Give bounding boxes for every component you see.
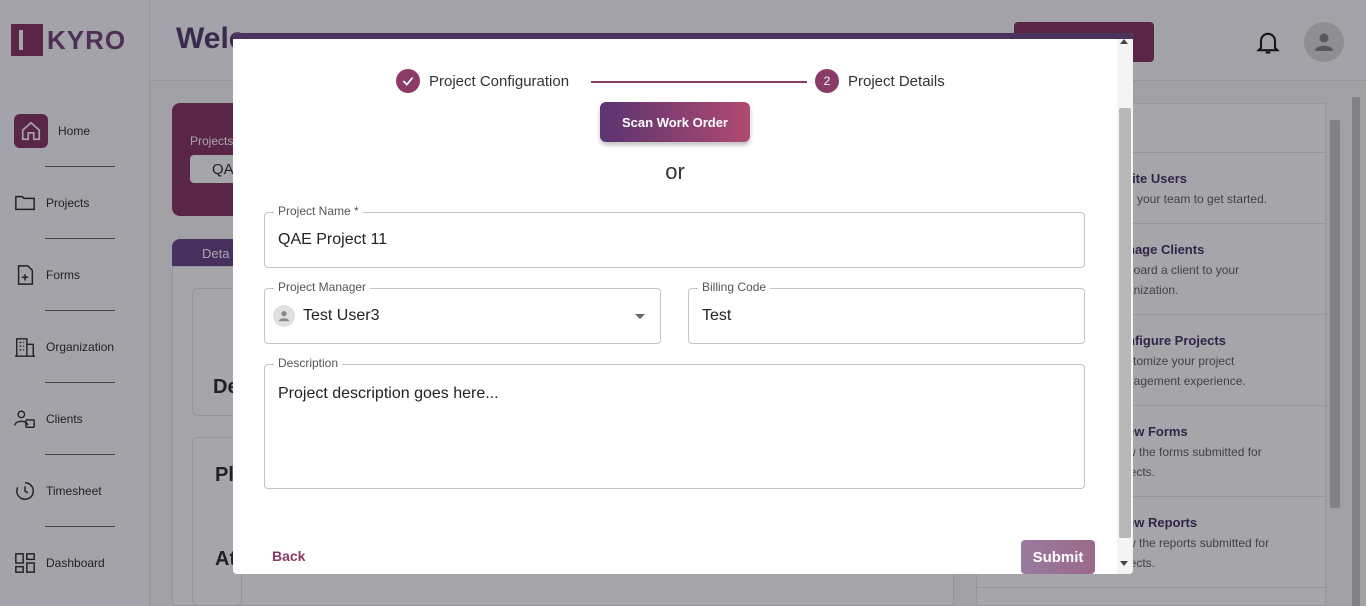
step-project-configuration[interactable]: Project Configuration [396, 69, 569, 93]
field-label: Project Manager [274, 280, 371, 294]
step-connector [591, 81, 807, 83]
check-icon [396, 69, 420, 93]
or-separator: or [665, 159, 685, 184]
step-number: 2 [815, 69, 839, 93]
billing-code-field[interactable]: Billing Code Test [688, 280, 1085, 344]
billing-code-value: Test [702, 307, 732, 324]
field-label: Billing Code [698, 280, 771, 294]
chevron-down-icon [635, 314, 645, 319]
field-label: Description [274, 356, 343, 370]
create-project-modal: Project Configuration 2 Project Details … [233, 33, 1133, 574]
project-name-field[interactable]: Project Name * QAE Project 11 [264, 204, 1085, 268]
person-icon [273, 305, 295, 327]
step-project-details[interactable]: 2 Project Details [815, 69, 945, 93]
project-name-value: QAE Project 11 [278, 231, 388, 248]
submit-button[interactable]: Submit [1021, 540, 1095, 574]
project-manager-value: Test User3 [303, 307, 380, 324]
field-label: Project Name * [274, 204, 363, 218]
scan-work-order-button[interactable]: Scan Work Order [600, 102, 750, 142]
scroll-up-icon[interactable] [1120, 39, 1128, 44]
stepper: Project Configuration 2 Project Details [233, 69, 1117, 95]
description-field[interactable]: Description Project description goes her… [264, 356, 1085, 489]
scroll-down-icon[interactable] [1120, 561, 1128, 566]
back-button[interactable]: Back [272, 548, 305, 564]
step-label: Project Details [848, 72, 945, 90]
modal-scroll-thumb[interactable] [1119, 108, 1131, 538]
modal-top-accent [233, 33, 1133, 39]
project-manager-select[interactable]: Project Manager Test User3 [264, 280, 661, 344]
description-value: Project description goes here... [278, 385, 499, 402]
step-label: Project Configuration [429, 72, 570, 90]
